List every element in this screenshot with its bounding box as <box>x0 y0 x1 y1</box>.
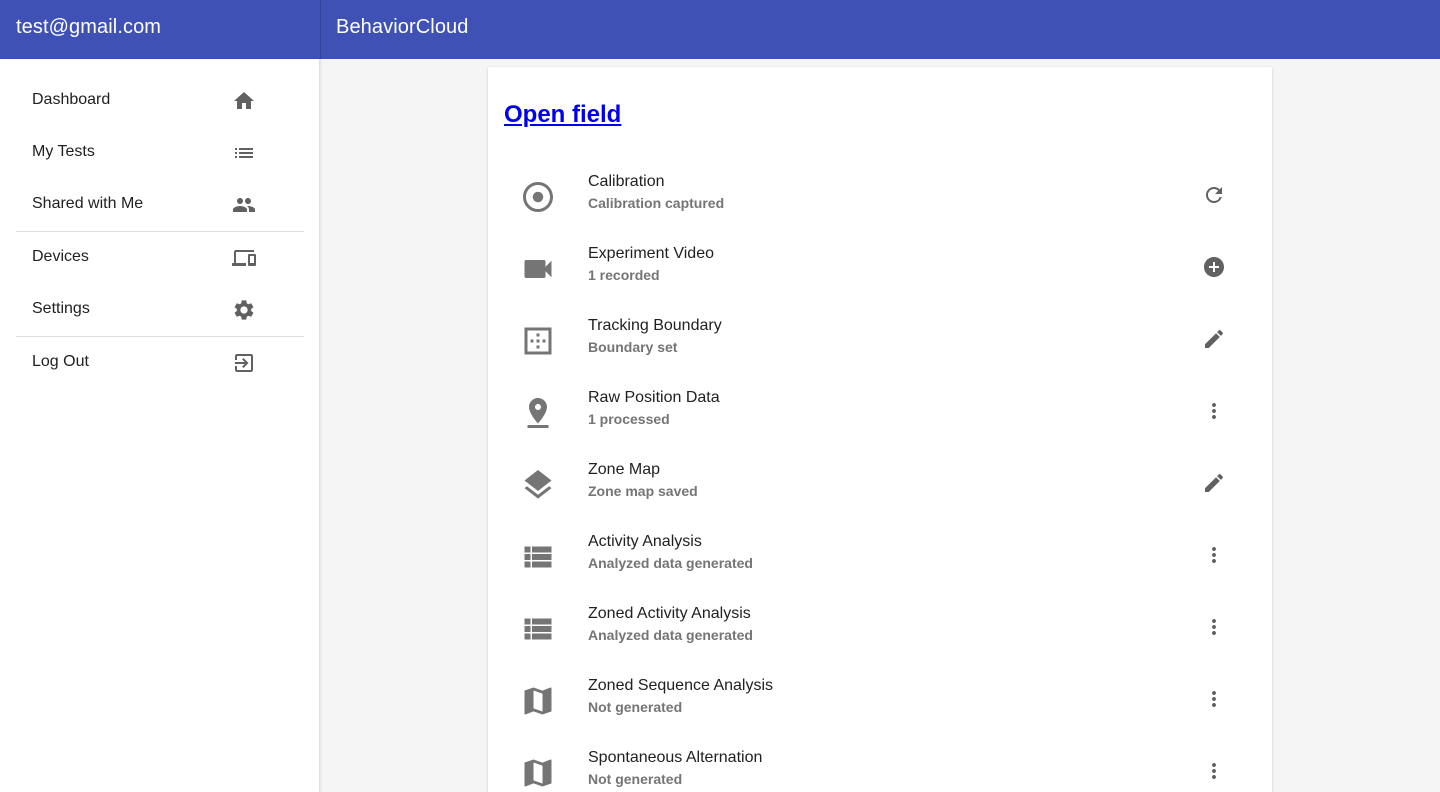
sidebar-item-label: Log Out <box>32 353 89 370</box>
home-icon <box>232 89 256 113</box>
pin-drop-icon <box>520 395 556 431</box>
more-vert-icon <box>1212 691 1216 707</box>
edit-icon <box>1205 473 1224 492</box>
more-options-button[interactable] <box>1194 535 1234 575</box>
list-item-status: Boundary set <box>588 339 678 355</box>
boundary-icon <box>520 323 556 359</box>
layers-icon <box>520 467 556 503</box>
user-email: test@gmail.com <box>16 16 162 38</box>
appbar-divider <box>320 0 321 59</box>
list-item-status: Zone map saved <box>588 483 698 499</box>
list-item-experiment-video[interactable]: Experiment Video 1 recorded <box>504 237 1256 309</box>
list-item-zoned-activity-analysis[interactable]: Zoned Activity Analysis Analyzed data ge… <box>504 597 1256 669</box>
test-title-link[interactable]: Open field <box>504 101 621 129</box>
sidebar-item-log-out[interactable]: Log Out <box>16 337 304 389</box>
more-vert-icon <box>1212 619 1216 635</box>
list-item-status: 1 recorded <box>588 267 660 283</box>
sidebar-item-label: Dashboard <box>32 91 111 108</box>
videocam-icon <box>520 251 556 287</box>
edit-boundary-button[interactable] <box>1194 319 1234 359</box>
list-item-status: Calibration captured <box>588 195 725 211</box>
list-item-title: Calibration <box>588 173 665 190</box>
more-vert-icon <box>1212 763 1216 779</box>
refresh-icon <box>1206 187 1222 203</box>
list-item-tracking-boundary[interactable]: Tracking Boundary Boundary set <box>504 309 1256 381</box>
refresh-button[interactable] <box>1194 175 1234 215</box>
list-item-title: Raw Position Data <box>588 389 720 406</box>
app-bar: test@gmail.com BehaviorCloud <box>0 0 1440 59</box>
table-list-icon <box>520 611 556 647</box>
people-icon <box>232 193 256 217</box>
list-item-title: Zoned Sequence Analysis <box>588 677 774 694</box>
app-title: BehaviorCloud <box>336 16 469 38</box>
list-item-raw-position-data[interactable]: Raw Position Data 1 processed <box>504 381 1256 453</box>
add-video-button[interactable] <box>1194 247 1234 287</box>
list-item-spontaneous-alternation[interactable]: Spontaneous Alternation Not generated <box>504 741 1256 792</box>
list-item-title: Tracking Boundary <box>588 317 722 334</box>
list-item-status: Analyzed data generated <box>588 555 753 571</box>
more-options-button[interactable] <box>1194 391 1234 431</box>
sidebar-item-label: Shared with Me <box>32 195 144 212</box>
test-card: Open field Calibration Calibration captu… <box>488 67 1272 792</box>
sidebar: Dashboard My Tests Shared with Me Device… <box>0 59 320 792</box>
target-icon <box>520 179 556 215</box>
sidebar-item-my-tests[interactable]: My Tests <box>16 127 304 179</box>
sidebar-item-label: Devices <box>32 248 89 265</box>
add-circle-icon <box>1204 257 1224 277</box>
list-icon <box>232 141 256 165</box>
sidebar-item-dashboard[interactable]: Dashboard <box>16 75 304 127</box>
list-item-title: Zone Map <box>588 461 661 478</box>
more-vert-icon <box>1212 403 1216 419</box>
sidebar-item-devices[interactable]: Devices <box>16 232 304 284</box>
sidebar-item-label: Settings <box>32 300 90 317</box>
more-options-button[interactable] <box>1194 607 1234 647</box>
list-item-title: Zoned Activity Analysis <box>588 605 751 622</box>
list-item-calibration[interactable]: Calibration Calibration captured <box>504 165 1256 237</box>
list-item-status: Analyzed data generated <box>588 627 753 643</box>
list-item-zoned-sequence-analysis[interactable]: Zoned Sequence Analysis Not generated <box>504 669 1256 741</box>
map-icon <box>520 683 556 719</box>
sidebar-item-label: My Tests <box>32 143 95 160</box>
list-item-title: Spontaneous Alternation <box>588 749 763 766</box>
more-options-button[interactable] <box>1194 751 1234 791</box>
devices-icon <box>232 246 256 270</box>
list-item-status: 1 processed <box>588 411 670 427</box>
list-item-activity-analysis[interactable]: Activity Analysis Analyzed data generate… <box>504 525 1256 597</box>
sidebar-item-shared-with-me[interactable]: Shared with Me <box>16 179 304 231</box>
list-item-title: Activity Analysis <box>588 533 702 550</box>
exit-icon <box>232 351 256 375</box>
gear-icon <box>232 298 256 322</box>
more-options-button[interactable] <box>1194 679 1234 719</box>
list-item-title: Experiment Video <box>588 245 714 262</box>
map-icon <box>520 755 556 791</box>
more-vert-icon <box>1212 547 1216 563</box>
sidebar-item-settings[interactable]: Settings <box>16 284 304 336</box>
edit-icon <box>1205 329 1224 348</box>
list-item-zone-map[interactable]: Zone Map Zone map saved <box>504 453 1256 525</box>
list-item-status: Not generated <box>588 699 683 715</box>
edit-zone-map-button[interactable] <box>1194 463 1234 503</box>
list-item-status: Not generated <box>588 771 683 787</box>
table-list-icon <box>520 539 556 575</box>
